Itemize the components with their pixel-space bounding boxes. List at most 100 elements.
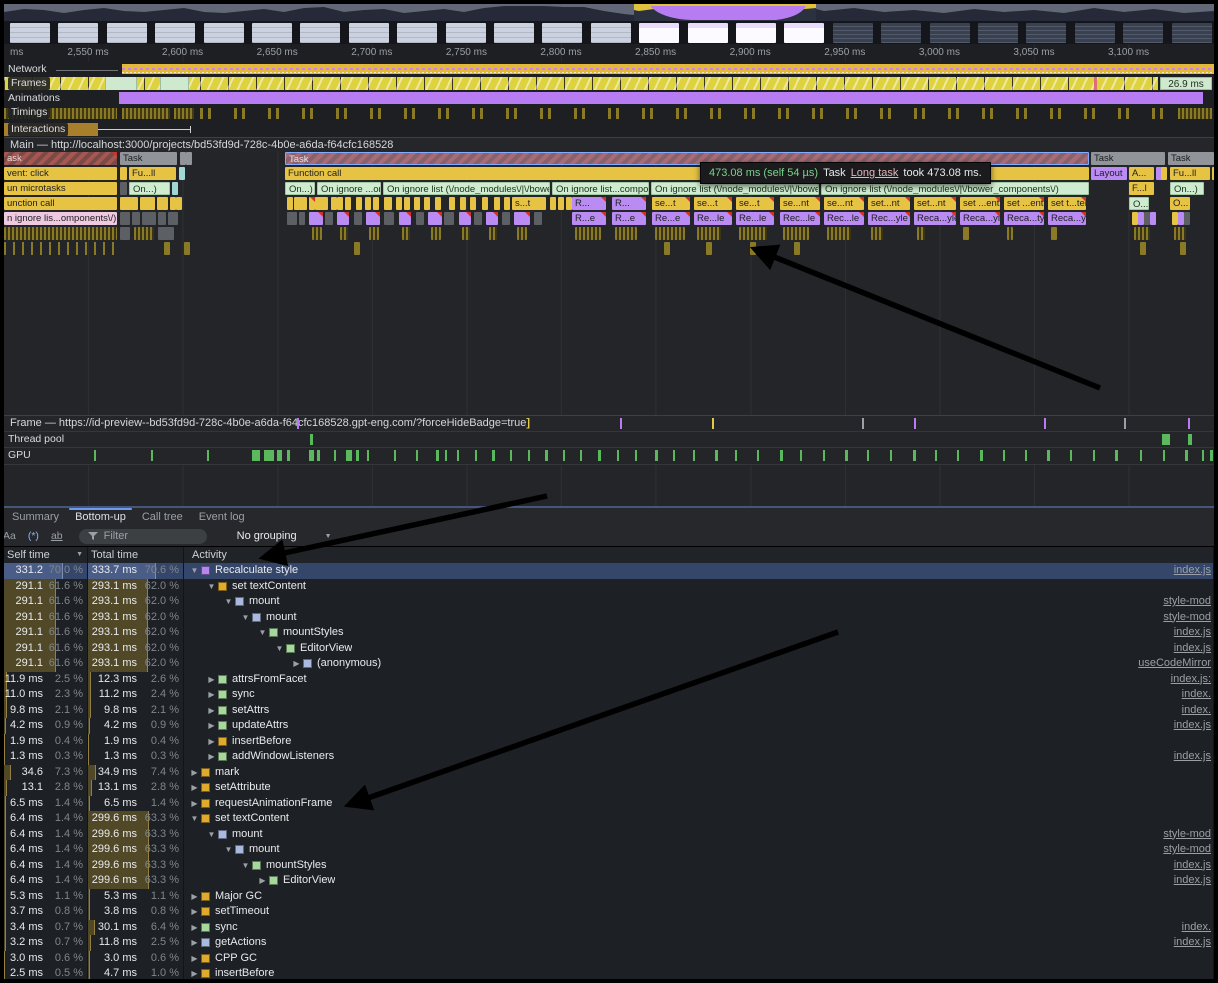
flame-bar[interactable]: set ...ent [1004, 197, 1044, 210]
flame-bar[interactable] [534, 212, 542, 225]
flame-bar[interactable]: se...t [736, 197, 774, 210]
flame-bar[interactable] [369, 227, 379, 240]
table-row[interactable]: 6.5 ms1.4 %6.5 ms1.4 %▶requestAnimationF… [4, 796, 1214, 812]
table-row[interactable]: 6.4 ms1.4 %299.6 ms63.3 %▼mountstyle-mod [4, 827, 1214, 843]
flame-bar[interactable] [399, 212, 411, 225]
table-row[interactable]: 3.7 ms0.8 %3.8 ms0.8 %▶setTimeout [4, 904, 1214, 920]
flame-bar[interactable] [354, 212, 362, 225]
flame-bar[interactable] [514, 212, 530, 225]
flame-bar[interactable] [664, 242, 670, 255]
filmstrip-thumbnail[interactable] [1026, 23, 1066, 43]
flame-bar[interactable] [963, 227, 969, 240]
column-total-time[interactable]: Total time [88, 547, 184, 563]
cpu-overview-strip[interactable] [4, 4, 1214, 21]
tab-summary[interactable]: Summary [4, 508, 67, 526]
interactions-track[interactable]: Interactions [4, 122, 1214, 138]
flame-bar[interactable]: Fu...ll [129, 167, 176, 180]
flame-bar[interactable] [354, 242, 360, 255]
collapse-icon[interactable]: ▼ [188, 563, 201, 579]
source-link[interactable]: index.js [1174, 641, 1213, 657]
source-link[interactable]: index.js [1174, 858, 1213, 874]
column-activity[interactable]: Activity [184, 547, 1214, 563]
source-link[interactable]: index.js: [1171, 672, 1213, 688]
flame-bar[interactable]: n ignore lis...omponents\/) [4, 212, 117, 225]
expand-icon[interactable]: ▶ [205, 687, 218, 703]
filmstrip-thumbnail[interactable] [10, 23, 50, 43]
flame-bar[interactable] [1140, 242, 1146, 255]
expand-icon[interactable]: ▶ [188, 780, 201, 796]
flame-bar[interactable] [449, 197, 455, 210]
flame-bar[interactable] [287, 212, 297, 225]
flame-bar[interactable] [462, 227, 470, 240]
flame-bar[interactable] [384, 212, 394, 225]
source-link[interactable]: index. [1182, 703, 1213, 719]
table-row[interactable]: 1.9 ms0.4 %1.9 ms0.4 %▶insertBefore [4, 734, 1214, 750]
flame-bar[interactable]: O... [1129, 197, 1149, 210]
expand-icon[interactable]: ▶ [205, 749, 218, 765]
flame-bar[interactable]: Layout [1091, 167, 1127, 180]
flame-bar[interactable]: R...e [612, 212, 646, 225]
flame-bar[interactable] [158, 227, 174, 240]
flame-bar[interactable] [134, 227, 154, 240]
filmstrip[interactable] [4, 22, 1214, 44]
flame-bar[interactable] [655, 227, 685, 240]
expand-icon[interactable]: ▶ [188, 920, 201, 936]
expand-icon[interactable]: ▶ [188, 966, 201, 979]
table-row[interactable]: 6.4 ms1.4 %299.6 ms63.3 %▼mountstyle-mod [4, 842, 1214, 858]
flame-bar[interactable]: Reca...tyle [1004, 212, 1044, 225]
flame-bar[interactable] [132, 212, 140, 225]
regex-icon[interactable]: (*) [28, 530, 39, 542]
flame-bar[interactable] [871, 227, 883, 240]
flame-bar[interactable] [428, 212, 442, 225]
filmstrip-thumbnail[interactable] [784, 23, 824, 43]
gpu-track[interactable]: GPU [4, 447, 1214, 465]
collapse-icon[interactable]: ▼ [256, 625, 269, 641]
flame-bar[interactable] [337, 212, 349, 225]
table-row[interactable]: 9.8 ms2.1 %9.8 ms2.1 %▶setAttrsindex. [4, 703, 1214, 719]
flame-bar[interactable] [575, 227, 601, 240]
filmstrip-thumbnail[interactable] [881, 23, 921, 43]
collapse-icon[interactable]: ▼ [205, 827, 218, 843]
flame-bar[interactable]: A... [1129, 167, 1154, 180]
flame-bar[interactable]: se...t [652, 197, 690, 210]
filmstrip-thumbnail[interactable] [446, 23, 486, 43]
flame-bar[interactable] [309, 212, 323, 225]
table-row[interactable]: 11.0 ms2.3 %11.2 ms2.4 %▶syncindex. [4, 687, 1214, 703]
flame-bar[interactable] [186, 152, 192, 165]
flame-bar[interactable] [1134, 227, 1150, 240]
flame-bar[interactable]: R...e [572, 212, 606, 225]
expand-icon[interactable]: ▶ [256, 873, 269, 889]
flame-bar[interactable] [502, 212, 510, 225]
flame-bar[interactable]: On...) [129, 182, 170, 195]
tab-event-log[interactable]: Event log [191, 508, 253, 526]
long-task-link[interactable]: Long task [851, 167, 899, 179]
flame-bar[interactable] [120, 182, 127, 195]
filmstrip-thumbnail[interactable] [833, 23, 873, 43]
flame-bar[interactable] [365, 197, 371, 210]
match-whole-word-icon[interactable]: ab [51, 530, 63, 542]
animations-bar[interactable] [119, 92, 1203, 104]
frames-good-segment[interactable] [105, 77, 137, 90]
expand-icon[interactable]: ▶ [205, 672, 218, 688]
source-link[interactable]: index.js [1174, 873, 1213, 889]
flame-bar[interactable] [489, 227, 497, 240]
flame-bar[interactable]: Task [1168, 152, 1214, 165]
flame-bar[interactable] [424, 197, 430, 210]
source-link[interactable]: style-mod [1163, 594, 1213, 610]
performance-minimap[interactable] [4, 4, 1214, 44]
flame-bar[interactable] [1180, 242, 1186, 255]
flame-bar[interactable] [396, 197, 402, 210]
filmstrip-thumbnail[interactable] [1172, 23, 1212, 43]
tab-bottom-up[interactable]: Bottom-up [67, 508, 134, 526]
flame-bar[interactable] [287, 197, 293, 210]
source-link[interactable]: index. [1182, 920, 1213, 936]
flame-bar[interactable] [162, 197, 168, 210]
table-row[interactable]: 291.1 ms61.6 %293.1 ms62.0 %▼mountstyle-… [4, 594, 1214, 610]
expand-icon[interactable]: ▶ [205, 734, 218, 750]
flame-bar[interactable] [142, 212, 156, 225]
flame-bar[interactable] [4, 242, 117, 255]
flame-bar[interactable] [917, 227, 925, 240]
match-case-icon[interactable]: Aa [4, 530, 16, 542]
table-row[interactable]: 3.4 ms0.7 %30.1 ms6.4 %▶syncindex. [4, 920, 1214, 936]
flame-bar[interactable]: Re...le [736, 212, 774, 225]
